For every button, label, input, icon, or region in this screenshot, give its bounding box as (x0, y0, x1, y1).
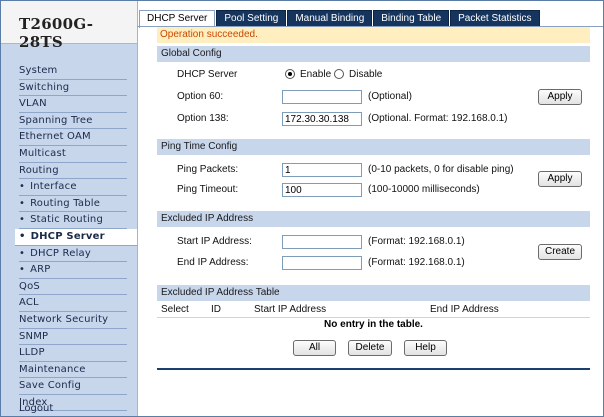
ping-timeout-hint: (100-10000 milliseconds) (368, 184, 480, 195)
table-column-headers: Select ID Start IP Address End IP Addres… (157, 302, 590, 318)
sidebar-item-interface[interactable]: Interface (19, 179, 127, 196)
ping-packets-hint: (0-10 packets, 0 for disable ping) (368, 164, 514, 175)
sidebar-item-spanning-tree[interactable]: Spanning Tree (19, 113, 127, 130)
brand-header: T2600G-28TS (1, 1, 137, 51)
sidebar-item-save-config[interactable]: Save Config (19, 378, 127, 395)
sidebar-item-routing[interactable]: Routing (19, 163, 127, 180)
ping-timeout-input[interactable] (282, 183, 362, 197)
sidebar-item-routing-table[interactable]: Routing Table (19, 196, 127, 213)
sidebar-item-dhcp-server[interactable]: DHCP Server (15, 228, 137, 246)
logout-link[interactable]: Logout (19, 403, 53, 414)
sidebar: T2600G-28TS System Switching VLAN Spanning … (1, 1, 138, 416)
create-button[interactable]: Create (538, 244, 582, 260)
table-empty-message: No entry in the table. (324, 319, 423, 330)
ping-config-header: Ping Time Config (157, 139, 590, 155)
sidebar-item-multicast[interactable]: Multicast (19, 146, 127, 163)
sidebar-item-qos[interactable]: QoS (19, 279, 127, 296)
delete-button[interactable]: Delete (348, 340, 392, 356)
ping-packets-label: Ping Packets: (177, 164, 239, 175)
option138-input[interactable] (282, 112, 362, 126)
end-ip-label: End IP Address: (177, 257, 249, 268)
tab-bar: DHCP Server Pool Setting Manual Binding Bin… (139, 10, 541, 28)
sidebar-item-system[interactable]: System (19, 63, 127, 80)
select-all-button[interactable]: All (293, 340, 336, 356)
sidebar-item-vlan[interactable]: VLAN (19, 96, 127, 113)
column-id: ID (211, 304, 221, 315)
option60-label: Option 60: (177, 91, 224, 102)
ping-timeout-label: Ping Timeout: (177, 184, 239, 195)
excluded-table-header: Excluded IP Address Table (157, 285, 590, 301)
column-end-ip: End IP Address (430, 304, 499, 315)
sidebar-item-ethernet-oam[interactable]: Ethernet OAM (19, 129, 127, 146)
sidebar-item-dhcp-relay[interactable]: DHCP Relay (19, 246, 127, 263)
option60-hint: (Optional) (368, 91, 412, 102)
sidebar-item-static-routing[interactable]: Static Routing (19, 212, 127, 229)
enable-radio[interactable] (285, 69, 295, 79)
end-ip-input[interactable] (282, 256, 362, 270)
tab-binding-table[interactable]: Binding Table (373, 10, 450, 27)
disable-radio[interactable] (334, 69, 344, 79)
sidebar-item-acl[interactable]: ACL (19, 295, 127, 312)
ping-packets-input[interactable] (282, 163, 362, 177)
option138-label: Option 138: (177, 113, 229, 124)
start-ip-input[interactable] (282, 235, 362, 249)
sidebar-menu: System Switching VLAN Spanning Tree Ethernet… (15, 63, 137, 412)
ping-apply-button[interactable]: Apply (538, 171, 582, 187)
sidebar-item-lldp[interactable]: LLDP (19, 345, 127, 362)
tab-packet-statistics[interactable]: Packet Statistics (450, 10, 540, 27)
dhcp-server-label: DHCP Server (177, 69, 238, 80)
column-select: Select (161, 304, 189, 315)
bottom-divider (157, 368, 590, 370)
tab-pool-setting[interactable]: Pool Setting (216, 10, 287, 27)
option60-input[interactable] (282, 90, 362, 104)
sidebar-item-snmp[interactable]: SNMP (19, 329, 127, 346)
sidebar-item-arp[interactable]: ARP (19, 262, 127, 279)
tab-manual-binding[interactable]: Manual Binding (287, 10, 373, 27)
column-start-ip: Start IP Address (254, 304, 327, 315)
sidebar-item-maintenance[interactable]: Maintenance (19, 362, 127, 379)
sidebar-item-network-security[interactable]: Network Security (19, 312, 127, 329)
help-button[interactable]: Help (404, 340, 447, 356)
brand-logo: T2600G-28TS (19, 15, 94, 51)
end-ip-hint: (Format: 192.168.0.1) (368, 257, 465, 268)
option138-hint: (Optional. Format: 192.168.0.1) (368, 113, 508, 124)
sidebar-item-switching[interactable]: Switching (19, 80, 127, 97)
excluded-ip-header: Excluded IP Address (157, 211, 590, 227)
enable-label: Enable (300, 69, 332, 80)
global-config-header: Global Config (157, 46, 590, 62)
start-ip-hint: (Format: 192.168.0.1) (368, 236, 465, 247)
global-apply-button[interactable]: Apply (538, 89, 582, 105)
status-message: Operation succeeded. (157, 27, 590, 43)
disable-label: Disable (349, 69, 383, 80)
start-ip-label: Start IP Address: (177, 236, 252, 247)
